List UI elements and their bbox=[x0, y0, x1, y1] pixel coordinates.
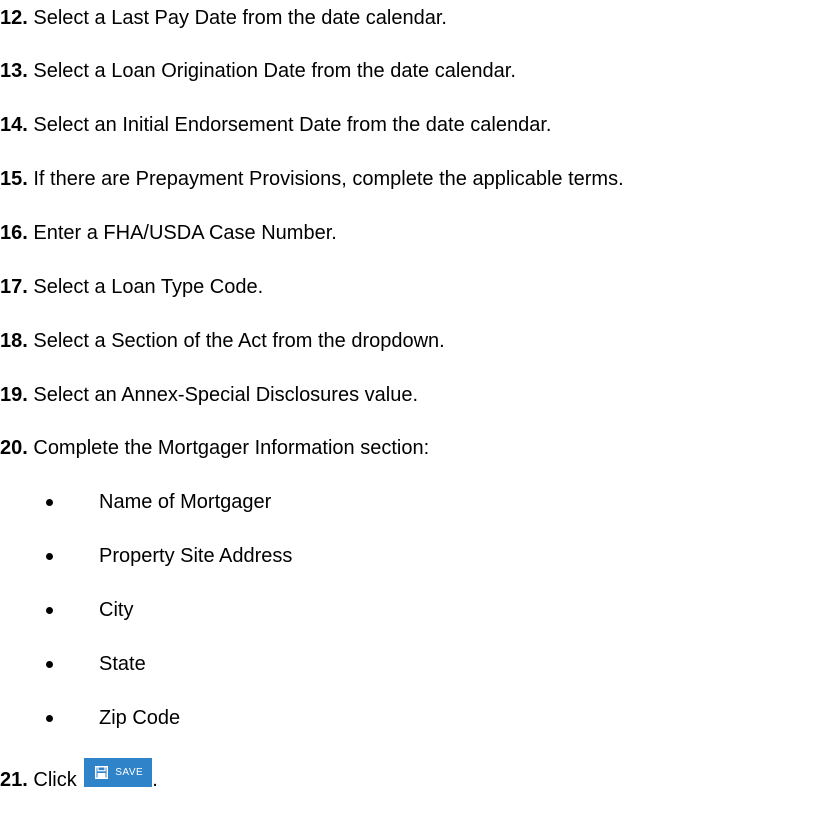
step-text: Select a Loan Type Code. bbox=[27, 276, 264, 298]
step-21: 21. Click SAVE. bbox=[0, 758, 158, 792]
step-text: Select a Last Pay Date from the date cal… bbox=[27, 7, 447, 29]
bullet-text: Name of Mortgager bbox=[99, 491, 272, 513]
bullet-text: Zip Code bbox=[99, 707, 181, 729]
step-number: 13. bbox=[0, 60, 28, 82]
step-number: 20. bbox=[0, 437, 28, 459]
step-12: 12. Select a Last Pay Date from the date… bbox=[0, 6, 447, 30]
bullet-dot-icon bbox=[46, 607, 53, 614]
step-15: 15. If there are Prepayment Provisions, … bbox=[0, 167, 624, 191]
step-text: Enter a FHA/USDA Case Number. bbox=[27, 222, 337, 244]
step-text: Select a Loan Origination Date from the … bbox=[27, 60, 516, 82]
save-button-label: SAVE bbox=[115, 767, 144, 778]
step-text: Select an Annex-Special Disclosures valu… bbox=[27, 384, 419, 406]
bullet-text: Property Site Address bbox=[99, 545, 293, 567]
step-20: 20. Complete the Mortgager Information s… bbox=[0, 436, 429, 460]
bullet-dot-icon bbox=[46, 661, 53, 668]
step-17: 17. Select a Loan Type Code. bbox=[0, 275, 263, 299]
step-text: If there are Prepayment Provisions, comp… bbox=[27, 168, 624, 190]
bullet-dot-icon bbox=[46, 715, 53, 722]
floppy-disk-icon bbox=[95, 766, 109, 779]
step-18: 18. Select a Section of the Act from the… bbox=[0, 329, 445, 353]
step-19: 19. Select an Annex-Special Disclosures … bbox=[0, 383, 418, 407]
bullet-text: City bbox=[99, 599, 134, 621]
save-button[interactable]: SAVE bbox=[84, 758, 153, 787]
step-number: 18. bbox=[0, 330, 28, 352]
bullet-dot-icon bbox=[46, 499, 53, 506]
step-number: 17. bbox=[0, 276, 28, 298]
step-13: 13. Select a Loan Origination Date from … bbox=[0, 59, 516, 83]
step-text: Select a Section of the Act from the dro… bbox=[27, 330, 445, 352]
step-16: 16. Enter a FHA/USDA Case Number. bbox=[0, 221, 337, 245]
bullet-text: State bbox=[99, 653, 146, 675]
step-14: 14. Select an Initial Endorsement Date f… bbox=[0, 113, 551, 137]
step-text: Click bbox=[27, 769, 83, 791]
step-text: Select an Initial Endorsement Date from … bbox=[27, 114, 552, 136]
step-number: 16. bbox=[0, 222, 28, 244]
step-number: 12. bbox=[0, 7, 28, 29]
step-number: 21. bbox=[0, 769, 28, 791]
bullet-dot-icon bbox=[46, 553, 53, 560]
step-period: . bbox=[152, 769, 158, 791]
step-number: 19. bbox=[0, 384, 28, 406]
step-text: Complete the Mortgager Information secti… bbox=[27, 437, 430, 459]
step-number: 15. bbox=[0, 168, 28, 190]
step-number: 14. bbox=[0, 114, 28, 136]
